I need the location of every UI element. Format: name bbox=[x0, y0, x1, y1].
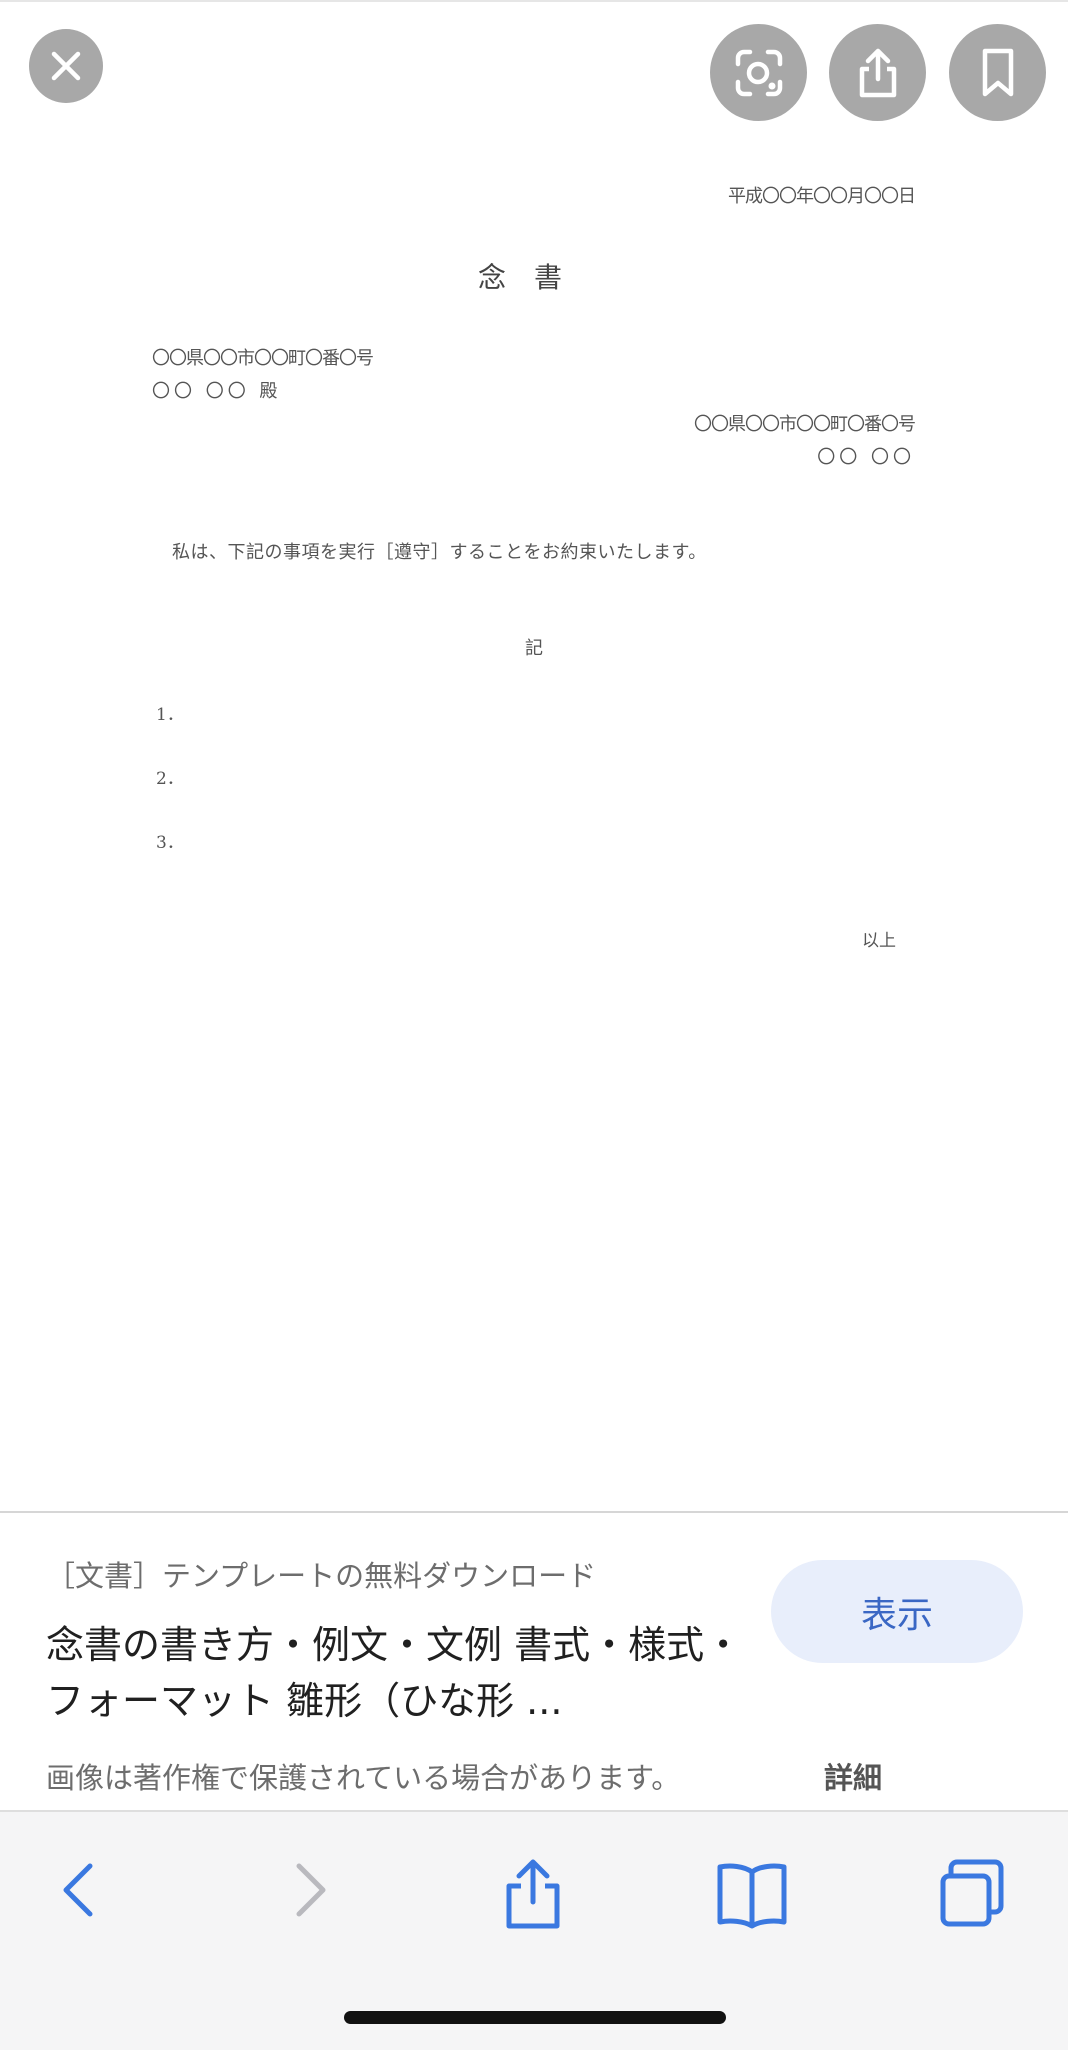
sender-address: 〇〇県〇〇市〇〇町〇番〇号 bbox=[694, 414, 916, 435]
share-icon bbox=[506, 1859, 560, 1929]
share-icon bbox=[859, 48, 896, 97]
list-item: 2． bbox=[156, 769, 184, 789]
source-site[interactable]: ［文書］テンプレートの無料ダウンロード bbox=[46, 1553, 596, 1595]
image-title[interactable]: 念書の書き方・例文・文例 書式・様式・フォーマット 雛形（ひな形 ... bbox=[46, 1617, 746, 1729]
recipient-name: 〇〇 〇〇 殿 bbox=[152, 381, 282, 402]
sender-name: 〇〇 〇〇 bbox=[817, 447, 915, 468]
details-link[interactable]: 詳細 bbox=[824, 1755, 882, 1797]
close-icon bbox=[51, 51, 81, 81]
bookmarks-button[interactable] bbox=[716, 1858, 788, 1934]
view-button[interactable]: 表示 bbox=[771, 1560, 1023, 1663]
forward-button[interactable] bbox=[275, 1858, 339, 1926]
lens-button[interactable] bbox=[710, 24, 807, 121]
back-chevron-icon bbox=[63, 1863, 93, 1917]
divider bbox=[0, 1511, 1068, 1513]
close-button[interactable] bbox=[29, 29, 103, 103]
toolbar-share-button[interactable] bbox=[497, 1858, 569, 1934]
lens-icon bbox=[735, 49, 782, 96]
back-button[interactable] bbox=[50, 1858, 114, 1926]
book-icon bbox=[717, 1863, 787, 1929]
document-image: 平成〇〇年〇〇月〇〇日 念書 〇〇県〇〇市〇〇町〇番〇号 〇〇 〇〇 殿 〇〇県… bbox=[0, 120, 1068, 1510]
ijou-closing: 以上 bbox=[862, 931, 896, 951]
forward-chevron-icon bbox=[296, 1863, 326, 1917]
tabs-icon bbox=[940, 1859, 1004, 1927]
copyright-notice: 画像は著作権で保護されている場合があります。 bbox=[46, 1761, 681, 1795]
document-date: 平成〇〇年〇〇月〇〇日 bbox=[728, 186, 916, 207]
list-item: 1． bbox=[156, 705, 184, 725]
document-title: 念書 bbox=[477, 261, 590, 294]
share-button[interactable] bbox=[829, 24, 926, 121]
recipient-address: 〇〇県〇〇市〇〇町〇番〇号 bbox=[152, 348, 374, 369]
bookmark-button[interactable] bbox=[949, 24, 1046, 121]
top-border bbox=[0, 0, 1068, 2]
home-indicator[interactable] bbox=[344, 2011, 726, 2024]
ki-heading: 記 bbox=[525, 638, 543, 659]
tabs-button[interactable] bbox=[937, 1858, 1009, 1934]
list-item: 3． bbox=[156, 833, 184, 853]
document-body: 私は、下記の事項を実行［遵守］することをお約束いたします。 bbox=[172, 542, 707, 563]
bookmark-icon bbox=[982, 48, 1013, 96]
